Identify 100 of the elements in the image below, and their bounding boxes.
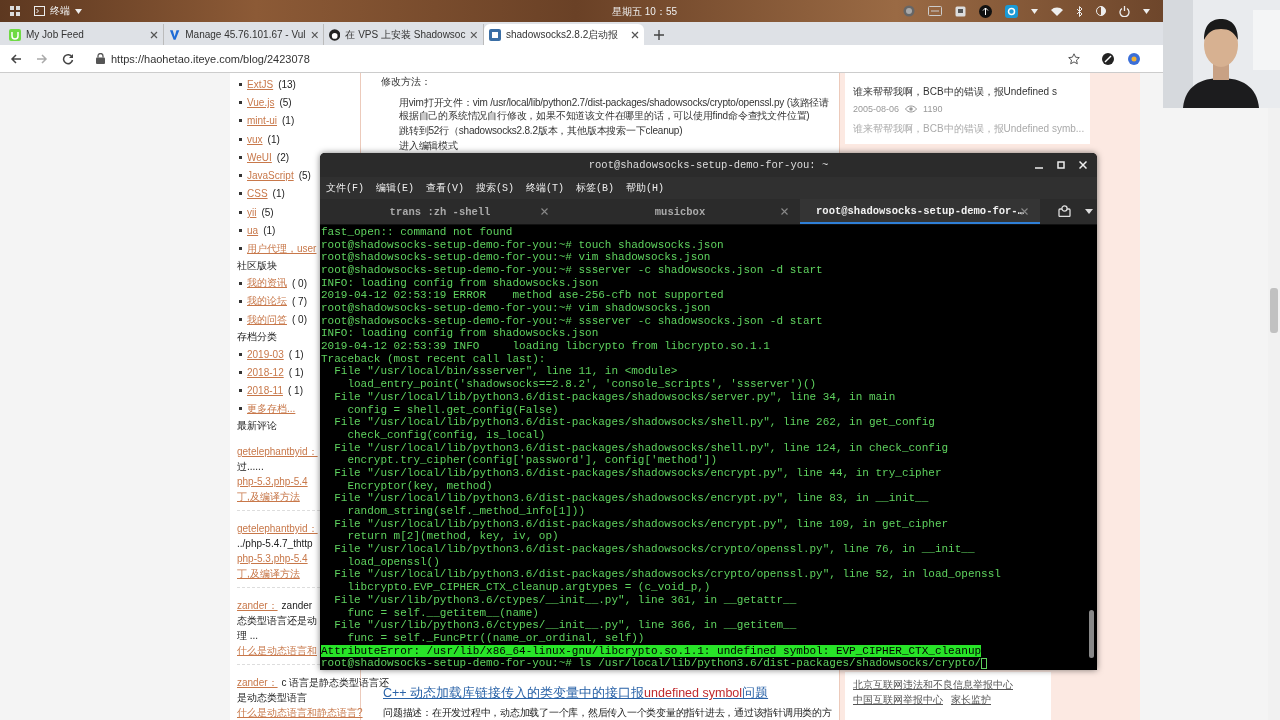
terminal-line: check_config(config, is_local) [346,428,547,442]
bullet-icon [239,389,242,393]
terminal-tab[interactable]: musicbox [560,199,800,224]
reload-icon[interactable] [62,52,74,65]
extension-icon[interactable] [1102,52,1114,65]
upload-icon[interactable] [979,4,992,18]
box-icon[interactable] [955,5,966,17]
terminal-line: random_string(self._method_info[1])) [346,505,587,518]
lock-icon [96,53,105,64]
sidebar-link[interactable]: 2018-12 [247,366,284,378]
app-menu[interactable]: 终端 [34,4,82,18]
terminal-tab[interactable]: trans :zh -shell [320,199,560,224]
menu-item[interactable]: 编辑(E) [376,180,415,195]
terminal-line: INFO: loading config from shadowsocks.json [321,276,600,290]
footer-link[interactable]: 北京互联网违法和不良信息举报中心 [853,678,1013,693]
section-heading: 修改方法： [381,76,432,88]
terminal-line: Traceback (most recent call last): [321,352,547,366]
comment-link[interactable]: 什么是动态语言和静态语言? [237,707,363,719]
caret-icon[interactable] [1143,8,1150,14]
terminal-line: Encryptor(key, method) [346,479,494,493]
keyboard-icon[interactable] [928,6,942,16]
article-text: 进入编辑模式 [398,139,459,152]
comment-author[interactable]: zander： [237,677,278,689]
menu-item[interactable]: 文件(F) [326,180,364,195]
comment-author[interactable]: zander： [237,600,278,612]
comment-link[interactable]: 丁,及编译方法 [237,491,300,503]
terminal-line: root@shadowsocks-setup-demo-for-you:~# ls /usr/local/lib/python3.6/dist-packages/shadowsocks/crypto/ [321,657,982,670]
sidebar-link[interactable]: ua [247,225,259,236]
footer-link[interactable]: 家长监护 [951,693,991,708]
grid-icon[interactable] [10,6,20,16]
item-count: (1) [263,225,276,236]
power-icon[interactable] [1119,5,1130,17]
sidebar-link[interactable]: 更多存档... [247,401,296,416]
sidebar-link[interactable]: 我的论坛 [247,294,287,309]
clock: 星期五 10：55 [612,5,678,19]
section-heading: 存档分类 [237,329,277,344]
comment-link[interactable]: php-5.3,php-5.4 [237,553,308,565]
sidebar-link[interactable]: yii [247,206,257,218]
caret-icon[interactable] [1031,8,1038,14]
item-count: ( 7) [292,295,307,307]
bullet-icon [239,137,242,141]
sidebar-link[interactable]: ExtJS [247,78,274,90]
profile-icon[interactable] [1058,205,1071,218]
maximize-icon[interactable] [1057,161,1065,169]
back-icon[interactable] [10,52,22,65]
card-date: 2005-08-06 [853,104,900,114]
comment-link[interactable]: 什么是动态语言和 [237,645,317,657]
terminal-tab[interactable]: root@shadowsocks-setup-demo-for-… [800,199,1040,224]
terminal-line: root@shadowsocks-setup-demo-for-you:~# vim shadowsocks.json [321,251,712,264]
sidebar-link[interactable]: 我的问答 [247,312,287,327]
terminal-line: 2019-04-12 02:53:19 ERROR method ase-256-cfb not supported [321,289,725,303]
window-title: root@shadowsocks-setup-demo-for-you: ~ [588,158,829,171]
terminal-line: File "/usr/local/lib/python3.6/dist-packages/shadowsocks/crypto/openssl.py", line 52, in load_openssl [333,568,1002,582]
bullet-icon [239,352,242,356]
menu-item[interactable]: 查看(V) [426,180,465,195]
caret-icon[interactable] [1085,209,1093,215]
sidebar-link[interactable]: 我的资讯 [247,276,287,291]
item-count: (5) [298,170,311,182]
sidebar-link[interactable]: CSS [247,188,268,200]
terminal-line: func = self.__getitem__(name) [346,606,540,620]
menu-item[interactable]: 标签(B) [576,180,615,195]
comment-link[interactable]: php-5.3,php-5.4 [237,476,308,488]
bullet-icon [239,155,242,159]
star-icon[interactable] [1068,52,1080,65]
card-title[interactable]: 谁来帮帮我啊，BCB中的错误，报Undefined s [853,85,1084,99]
wifi-icon[interactable] [1051,6,1063,16]
terminal-line: root@shadowsocks-setup-demo-for-you:~# touch shadowsocks.json [321,238,725,252]
item-count: (1) [267,133,280,145]
comment-link[interactable]: 丁,及编译方法 [237,568,300,580]
comment-author[interactable]: getelephantbyid： [237,446,318,458]
sidebar-link[interactable]: WeUI [247,151,272,163]
sidebar-link[interactable]: JavaScript [247,170,294,182]
browser-tab[interactable]: shadowsocks2.8.2启动报 [484,24,644,45]
section-heading: 最新评论 [237,419,277,434]
sidebar-link[interactable]: 用户代理，user [247,241,317,256]
new-tab-icon[interactable] [654,30,664,40]
terminal-line: INFO: loading config from shadowsocks.json [321,327,600,341]
sidebar-link[interactable]: 2019-03 [247,348,284,360]
favicon-icon [329,28,341,41]
item-count: (5) [279,96,292,108]
close-icon[interactable] [631,30,639,39]
bluetooth-icon[interactable] [1076,5,1083,17]
comment-text: 理 ... [237,629,259,644]
sidebar-link[interactable]: mint-ui [247,115,277,127]
sidebar-link[interactable]: Vue.js [247,96,275,108]
item-count: (1) [282,115,295,127]
sidebar-link[interactable]: vux [247,133,263,145]
menu-item[interactable]: 帮助(H) [626,180,665,195]
scrollbar[interactable] [1089,609,1094,658]
scrollbar-thumb[interactable] [1270,288,1278,333]
terminal-line: File "/usr/lib/python3.6/ctypes/__init__.py", line 361, in __getattr__ [333,593,798,607]
menu-item[interactable]: 终端(T) [526,180,565,195]
card-excerpt: 谁来帮帮我啊，BCB中的错误，报Undefined symb... [853,122,1084,136]
menu-item[interactable]: 搜索(S) [476,180,515,195]
brightness-icon[interactable] [1096,6,1106,16]
footer-link[interactable]: 中国互联网举报中心 [853,693,943,708]
terminal-line: fast_open:: command not found [321,225,514,239]
close-icon[interactable] [150,30,158,39]
sidebar-link[interactable]: 2018-11 [247,385,283,397]
comment-author[interactable]: getelephantbyid： [237,523,318,535]
